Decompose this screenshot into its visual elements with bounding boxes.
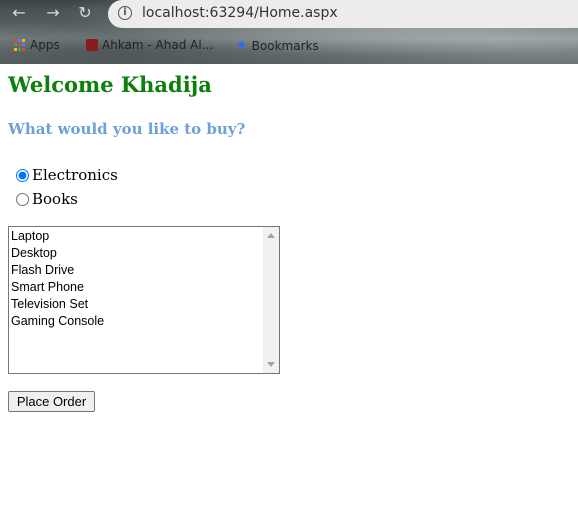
listbox-scrollbar[interactable] xyxy=(263,227,279,373)
radio-books[interactable]: Books xyxy=(16,190,78,208)
url-text[interactable]: localhost:63294/Home.aspx xyxy=(142,5,338,21)
product-list: Laptop Desktop Flash Drive Smart Phone T… xyxy=(11,228,104,330)
bookmark-apps[interactable]: Apps xyxy=(14,38,60,52)
bookmarks-bar: Apps Ahkam - Ahad Al... ★ Bookmarks xyxy=(0,34,578,58)
address-bar[interactable]: i localhost:63294/Home.aspx xyxy=(108,0,578,28)
radio-label: Electronics xyxy=(32,166,118,184)
bookmark-bookmarks[interactable]: ★ Bookmarks xyxy=(236,38,319,53)
browser-chrome: ← → ↻ i localhost:63294/Home.aspx Apps A… xyxy=(0,0,578,64)
bookmark-label: Bookmarks xyxy=(251,38,319,53)
bookmark-ahkam[interactable]: Ahkam - Ahad Al... xyxy=(86,38,213,52)
list-item[interactable]: Smart Phone xyxy=(11,279,104,296)
question-heading: What would you like to buy? xyxy=(8,120,246,138)
place-order-button[interactable]: Place Order xyxy=(8,391,95,412)
radio-electronics[interactable]: Electronics xyxy=(16,166,118,184)
list-item[interactable]: Gaming Console xyxy=(11,313,104,330)
reload-icon[interactable]: ↻ xyxy=(76,4,94,22)
radio-label: Books xyxy=(32,190,78,208)
bookmark-label: Apps xyxy=(30,38,60,52)
list-item[interactable]: Laptop xyxy=(11,228,104,245)
apps-grid-icon xyxy=(14,39,26,51)
site-favicon xyxy=(86,39,98,51)
list-item[interactable]: Desktop xyxy=(11,245,104,262)
product-listbox[interactable]: Laptop Desktop Flash Drive Smart Phone T… xyxy=(8,226,280,374)
info-icon[interactable]: i xyxy=(118,6,132,20)
welcome-heading: Welcome Khadija xyxy=(8,72,212,97)
list-item[interactable]: Television Set xyxy=(11,296,104,313)
forward-icon[interactable]: → xyxy=(44,4,62,22)
scroll-down-icon[interactable] xyxy=(267,362,275,367)
scroll-up-icon[interactable] xyxy=(267,233,275,238)
radio-electronics-input[interactable] xyxy=(16,168,29,182)
star-icon: ★ xyxy=(236,38,248,53)
bookmark-label: Ahkam - Ahad Al... xyxy=(102,38,214,52)
back-icon[interactable]: ← xyxy=(10,4,28,22)
list-item[interactable]: Flash Drive xyxy=(11,262,104,279)
radio-books-input[interactable] xyxy=(16,192,29,206)
